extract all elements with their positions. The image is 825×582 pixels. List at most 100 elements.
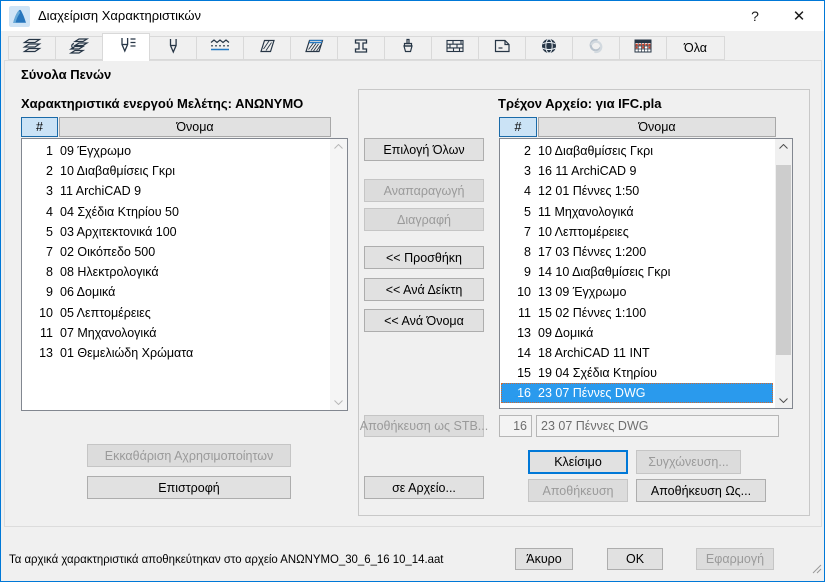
row-index: 15 (517, 366, 531, 381)
save-as-button[interactable]: Αποθήκευση Ως... (636, 479, 766, 502)
row-name: 10 Λεπτομέρειες (538, 224, 629, 239)
close-dialog-button[interactable]: Κλείσιμο (528, 450, 628, 474)
row-name: 01 Θεμελιώδη Χρώματα (60, 345, 194, 360)
tab-composites[interactable] (290, 36, 338, 60)
row-name: 10 Διαβαθμίσεις Γκρι (60, 164, 175, 179)
list-item[interactable]: 2 10 Διαβαθμίσεις Γκρι (501, 141, 773, 161)
index-column-header[interactable]: # (21, 117, 58, 137)
row-index: 11 (40, 325, 53, 340)
row-index: 9 (46, 285, 53, 300)
ok-button[interactable]: OK (607, 548, 663, 570)
index-field[interactable] (499, 415, 532, 437)
layers-icon (20, 36, 44, 61)
row-name: 02 Οικόπεδο 500 (60, 244, 156, 259)
status-text: Τα αρχικά χαρακτηριστικά αποθηκεύτηκαν σ… (9, 552, 444, 566)
help-button[interactable]: ? (734, 1, 776, 31)
tab-line-types[interactable] (196, 36, 244, 60)
list-item[interactable]: 4 04 Σχέδια Κτηρίου 50 (23, 202, 328, 222)
save-as-stb-button: Αποθήκευση ως STB... (360, 415, 488, 437)
revert-button[interactable]: Επιστροφή (87, 476, 291, 499)
append-button[interactable]: << Προσθήκη (364, 246, 484, 269)
list-item[interactable]: 11 15 02 Πέννες 1:100 (501, 303, 773, 323)
row-index: 8 (46, 265, 53, 280)
row-name: 12 01 Πέννες 1:50 (538, 184, 640, 199)
list-item[interactable]: 1 09 Έγχρωμο (23, 141, 328, 161)
list-item[interactable]: 11 07 Μηχανολογικά (23, 323, 328, 343)
list-item[interactable]: 9 14 10 Διαβαθμίσεις Γκρι (501, 262, 773, 282)
row-index: 16 (517, 386, 531, 401)
tab-fill-types[interactable] (243, 36, 291, 60)
merge-button: Συγχώνευση... (636, 450, 741, 474)
tab-pens[interactable] (149, 36, 197, 60)
scrollbar-down-button[interactable] (330, 395, 347, 410)
row-index: 14 (517, 345, 531, 360)
project-attributes-list[interactable]: 1 09 Έγχρωμο 2 10 Διαβαθμίσεις Γκρι 3 11… (21, 138, 348, 411)
list-item[interactable]: 8 08 Ηλεκτρολογικά (23, 262, 328, 282)
surfaces-icon (396, 36, 420, 61)
index-column-header[interactable]: # (499, 117, 537, 137)
attribute-manager-dialog: Διαχείριση Χαρακτηριστικών ? ✕ Όλα Σύνολ… (0, 0, 825, 582)
scrollbar[interactable] (330, 139, 347, 410)
row-name: 11 Μηχανολογικά (538, 204, 634, 219)
cancel-button[interactable]: Άκυρο (515, 548, 573, 570)
list-item[interactable]: 7 10 Λεπτομέρειες (501, 222, 773, 242)
resize-grip[interactable] (812, 561, 822, 579)
row-name: 09 Δομικά (538, 325, 594, 340)
name-column-header[interactable]: Όνομα (59, 117, 331, 137)
row-index: 10 (39, 305, 53, 320)
list-item[interactable]: 13 01 Θεμελιώδη Χρώματα (23, 343, 328, 363)
tab-building-materials[interactable] (431, 36, 479, 60)
list-item[interactable]: 10 13 09 Έγχρωμο (501, 282, 773, 302)
to-file-button[interactable]: σε Αρχείο... (364, 476, 484, 499)
row-name: 04 Σχέδια Κτηρίου 50 (60, 204, 179, 219)
tab-cities[interactable] (525, 36, 573, 60)
tab-pen-sets[interactable] (102, 33, 150, 61)
row-index: 2 (46, 164, 53, 179)
archicad-logo-icon (9, 6, 30, 27)
row-name: 13 09 Έγχρωμο (538, 285, 627, 300)
by-name-button[interactable]: << Ανά Όνομα (364, 309, 484, 332)
name-field[interactable] (536, 415, 779, 437)
list-item[interactable]: 10 05 Λεπτομέρειες (23, 303, 328, 323)
list-item[interactable]: 2 10 Διαβαθμίσεις Γκρι (23, 161, 328, 181)
row-name: 11 ArchiCAD 9 (60, 184, 142, 199)
project-attributes-title: Χαρακτηριστικά ενεργού Μελέτης: ΑΝΩΝΥΜΟ (21, 96, 304, 111)
close-window-button[interactable]: ✕ (778, 1, 820, 31)
tab-layer-combinations[interactable] (55, 36, 103, 60)
row-name: 10 Διαβαθμίσεις Γκρι (538, 144, 653, 158)
scrollbar-thumb[interactable] (776, 165, 791, 355)
apply-button: Εφαρμογή (696, 548, 774, 570)
row-name: 16 11 ArchiCAD 9 (538, 164, 637, 179)
list-item[interactable]: 16 23 07 Πέννες DWG (501, 383, 773, 404)
list-item[interactable]: 7 02 Οικόπεδο 500 (23, 242, 328, 262)
tab-layers[interactable] (8, 36, 56, 60)
select-all-button[interactable]: Επιλογή Όλων (364, 138, 484, 161)
titlebar: Διαχείριση Χαρακτηριστικών ? ✕ (1, 1, 824, 31)
list-item[interactable]: 4 12 01 Πέννες 1:50 (501, 181, 773, 201)
list-item[interactable]: 5 03 Αρχιτεκτονικά 100 (23, 222, 328, 242)
tab-zone-categories[interactable] (478, 36, 526, 60)
list-item[interactable]: 5 11 Μηχανολογικά (501, 202, 773, 222)
attribute-type-tabstrip: Όλα (8, 32, 725, 61)
scrollbar-down-button[interactable] (775, 393, 792, 408)
scrollbar-up-button[interactable] (330, 139, 347, 154)
list-item[interactable]: 3 11 ArchiCAD 9 (23, 181, 328, 201)
tab-all[interactable]: Όλα (666, 36, 725, 60)
row-index: 11 (518, 305, 531, 320)
tab-profiles[interactable] (337, 36, 385, 60)
list-item[interactable]: 15 19 04 Σχέδια Κτηρίου (501, 363, 773, 383)
list-item[interactable]: 3 16 11 ArchiCAD 9 (501, 161, 773, 181)
list-item[interactable]: 9 06 Δομικά (23, 282, 328, 302)
by-index-button[interactable]: << Ανά Δείκτη (364, 278, 484, 301)
list-item[interactable]: 14 18 ArchiCAD 11 INT (501, 343, 773, 363)
list-item[interactable]: 13 09 Δομικά (501, 323, 773, 343)
tab-operation-profiles[interactable] (572, 36, 620, 60)
tab-mep-systems[interactable] (619, 36, 667, 60)
list-item[interactable]: 8 17 03 Πέννες 1:200 (501, 242, 773, 262)
tab-surfaces[interactable] (384, 36, 432, 60)
scrollbar-up-button[interactable] (775, 139, 792, 154)
name-column-header[interactable]: Όνομα (538, 117, 776, 137)
file-attributes-list[interactable]: 2 10 Διαβαθμίσεις Γκρι 3 16 11 ArchiCAD … (499, 138, 793, 409)
scrollbar[interactable] (775, 139, 792, 408)
row-index: 8 (524, 244, 531, 259)
